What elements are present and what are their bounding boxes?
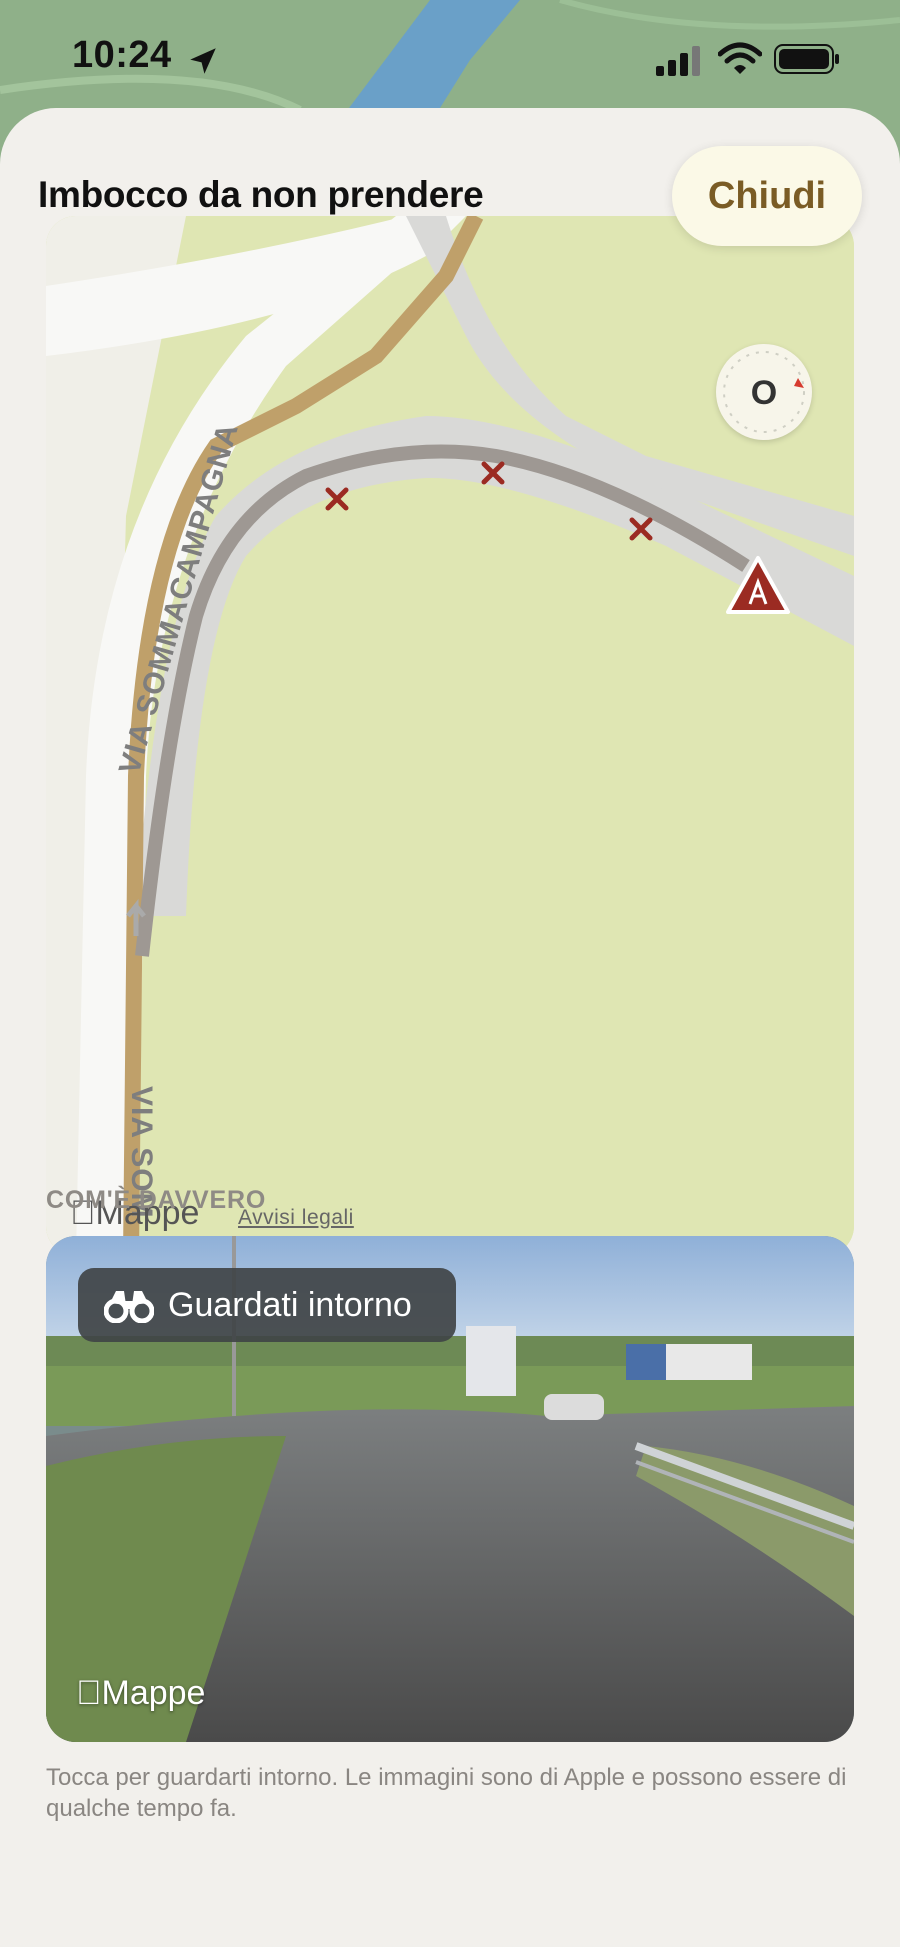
binoculars-icon	[104, 1291, 154, 1323]
status-bar: 10:24	[0, 0, 900, 110]
detail-sheet: Imbocco da non prendere VIA SOMMACAMPAGN…	[0, 108, 900, 1947]
battery-icon	[774, 44, 839, 74]
compass[interactable]: O	[716, 344, 812, 440]
location-arrow-icon	[190, 48, 216, 74]
map-view[interactable]: VIA SOMMACAMPAGNA VIA SOM O Mappe Avvisi…	[46, 216, 854, 1256]
footnote: Tocca per guardarti intorno. Le immagini…	[46, 1764, 847, 1822]
cellular-signal-icon	[656, 46, 700, 76]
look-around-button[interactable]: Guardati intorno	[78, 1268, 456, 1342]
wifi-icon	[718, 42, 762, 74]
compass-letter: O	[751, 374, 777, 412]
apple-logo-icon: 	[76, 1674, 102, 1712]
close-button[interactable]: Chiudi	[672, 146, 862, 246]
photo-brand-label: Mappe	[76, 1674, 206, 1712]
look-around-preview[interactable]: Guardati intorno Mappe	[46, 1236, 854, 1742]
status-time: 10:24	[72, 34, 172, 76]
section-label: COM'È DAVVERO	[46, 1186, 267, 1214]
sheet-title: Imbocco da non prendere	[38, 174, 484, 215]
look-around-label: Guardati intorno	[168, 1285, 412, 1324]
compass-icon: O	[723, 351, 805, 433]
photo-maps-brand-logo: Mappe	[76, 1674, 205, 1713]
